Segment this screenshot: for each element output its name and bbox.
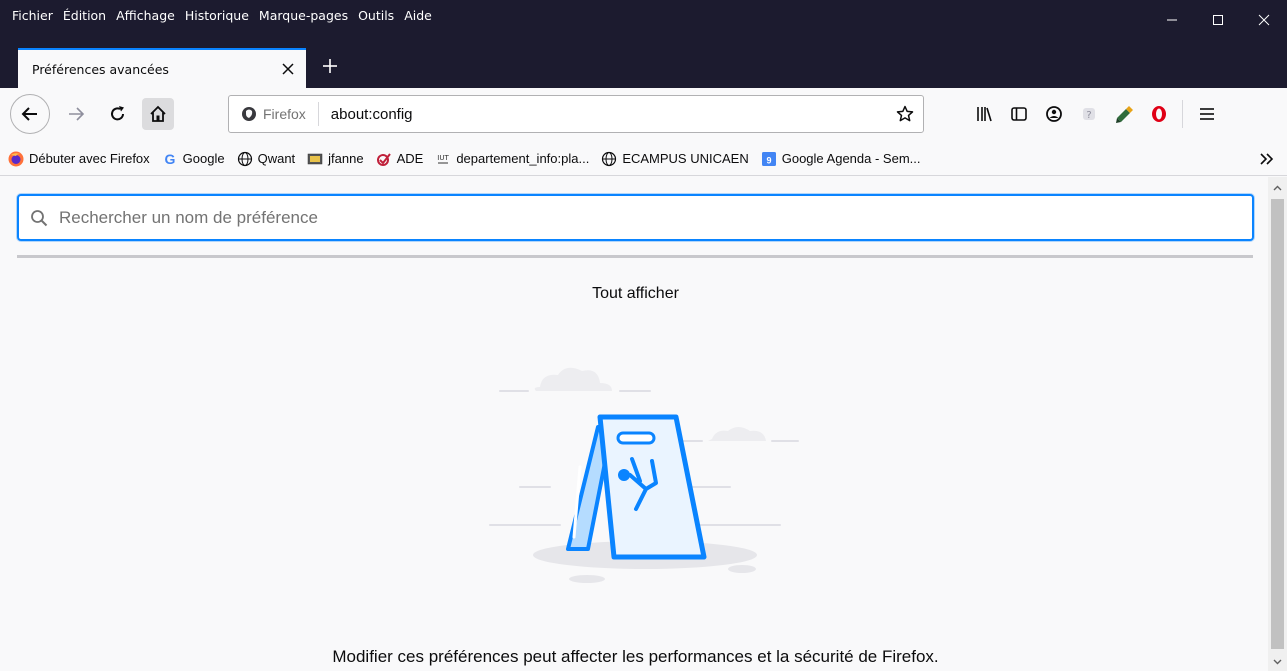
toolbar-right: ? [968, 98, 1226, 130]
svg-text:?: ? [1086, 110, 1091, 121]
bookmark-jfanne[interactable]: jfanne [307, 151, 364, 167]
extension-pen-button[interactable] [1108, 98, 1140, 130]
menu-affichage[interactable]: Affichage [116, 8, 175, 23]
back-arrow-icon [21, 107, 37, 121]
maximize-button[interactable] [1195, 0, 1241, 40]
iut-icon: IUT [435, 151, 451, 167]
bookmark-ecampus-unicaen[interactable]: ECAMPUS UNICAEN [601, 151, 749, 167]
sidebar-icon [1011, 107, 1027, 121]
menu-button[interactable] [1191, 98, 1223, 130]
divider [17, 255, 1253, 258]
search-icon [19, 198, 59, 238]
bookmark-google[interactable]: G Google [162, 151, 225, 167]
bookmark-label: Google Agenda - Sem... [781, 151, 921, 166]
tab-close-button[interactable] [274, 55, 302, 83]
url-bar[interactable]: Firefox about:config [228, 95, 924, 133]
tab-preferences-avancees[interactable]: Préférences avancées [18, 48, 306, 88]
google-icon: G [162, 151, 178, 167]
library-button[interactable] [968, 98, 1000, 130]
identity-label: Firefox [263, 106, 306, 122]
bookmark-ade[interactable]: ADE [376, 151, 424, 167]
home-button[interactable] [142, 98, 174, 130]
opera-icon [1152, 106, 1166, 122]
plus-icon [323, 59, 337, 73]
ade-icon [376, 151, 392, 167]
bookmarks-overflow-button[interactable] [1255, 148, 1279, 170]
bookmark-label: Google [182, 151, 225, 166]
warning-message: Modifier ces préférences peut affecter l… [332, 647, 939, 666]
bookmark-label: jfanne [328, 151, 364, 166]
bookmark-label: Débuter avec Firefox [29, 151, 150, 166]
scroll-up-button[interactable] [1268, 179, 1287, 196]
reload-icon [111, 106, 124, 121]
hamburger-menu-icon [1200, 108, 1214, 120]
menu-marque-pages[interactable]: Marque-pages [259, 8, 348, 23]
chevron-up-icon [1273, 185, 1282, 190]
minimize-button[interactable] [1149, 0, 1195, 40]
sidebar-button[interactable] [1003, 98, 1035, 130]
search-box [17, 194, 1254, 241]
vertical-scrollbar[interactable] [1268, 177, 1287, 671]
title-bar: Fichier Édition Affichage Historique Mar… [0, 0, 1287, 88]
globe-icon [601, 151, 617, 167]
menu-bar: Fichier Édition Affichage Historique Mar… [0, 0, 442, 40]
close-icon [1258, 14, 1270, 26]
bookmarks-toolbar: Débuter avec Firefox G Google Qwant jfan… [0, 142, 1287, 176]
toolbar-separator [1182, 100, 1183, 128]
new-tab-button[interactable] [314, 50, 346, 82]
bookmark-departement-info[interactable]: IUT departement_info:pla... [435, 151, 590, 167]
tab-title: Préférences avancées [32, 61, 169, 77]
menu-fichier[interactable]: Fichier [12, 8, 53, 23]
back-button[interactable] [10, 94, 50, 134]
svg-text:9: 9 [766, 155, 771, 165]
reload-button[interactable] [102, 98, 134, 130]
bookmark-google-agenda[interactable]: 9 Google Agenda - Sem... [761, 151, 921, 167]
preference-search-input[interactable] [59, 202, 1159, 233]
menu-historique[interactable]: Historique [185, 8, 249, 23]
url-text[interactable]: about:config [331, 106, 887, 123]
forward-button[interactable] [60, 98, 92, 130]
scrollbar-thumb[interactable] [1271, 199, 1284, 649]
calendar-icon: 9 [761, 151, 777, 167]
about-config-page: Tout afficher Modifi [0, 177, 1287, 671]
bookmark-star-button[interactable] [887, 96, 923, 132]
forward-arrow-icon [69, 107, 85, 121]
minimize-icon [1167, 19, 1177, 21]
star-icon [896, 105, 914, 122]
opera-extension-button[interactable] [1143, 98, 1175, 130]
firefox-identity-icon [242, 107, 256, 121]
extension-help-button[interactable]: ? [1073, 98, 1105, 130]
library-icon [977, 107, 992, 122]
scroll-down-button[interactable] [1268, 653, 1287, 670]
firefox-icon [8, 151, 24, 167]
bookmark-qwant[interactable]: Qwant [237, 151, 296, 167]
menu-edition[interactable]: Édition [63, 8, 106, 23]
navigation-bar: Firefox about:config ? [0, 88, 1287, 142]
caution-sign-illustration [489, 367, 799, 583]
question-icon: ? [1083, 108, 1095, 121]
close-icon [282, 63, 294, 75]
maximize-icon [1213, 15, 1223, 25]
pen-extension-icon [1116, 106, 1133, 123]
svg-text:IUT: IUT [438, 154, 450, 162]
svg-text:G: G [164, 151, 175, 167]
menu-aide[interactable]: Aide [404, 8, 432, 23]
window-controls [1149, 0, 1287, 40]
globe-icon [237, 151, 253, 167]
bookmark-label: Qwant [257, 151, 296, 166]
identity-box[interactable]: Firefox [229, 102, 319, 126]
chevron-double-right-icon [1260, 153, 1274, 165]
bookmark-debuter-avec-firefox[interactable]: Débuter avec Firefox [8, 151, 150, 167]
close-window-button[interactable] [1241, 0, 1287, 40]
image-icon [307, 151, 323, 167]
account-button[interactable] [1038, 98, 1070, 130]
menu-outils[interactable]: Outils [358, 8, 394, 23]
home-icon [150, 105, 166, 122]
account-icon [1046, 106, 1062, 122]
show-all-link[interactable]: Tout afficher [0, 285, 1271, 303]
bookmark-label: ECAMPUS UNICAEN [622, 151, 749, 166]
chevron-down-icon [1273, 659, 1282, 664]
bookmark-label: ADE [396, 151, 424, 166]
bookmark-label: departement_info:pla... [456, 151, 590, 166]
